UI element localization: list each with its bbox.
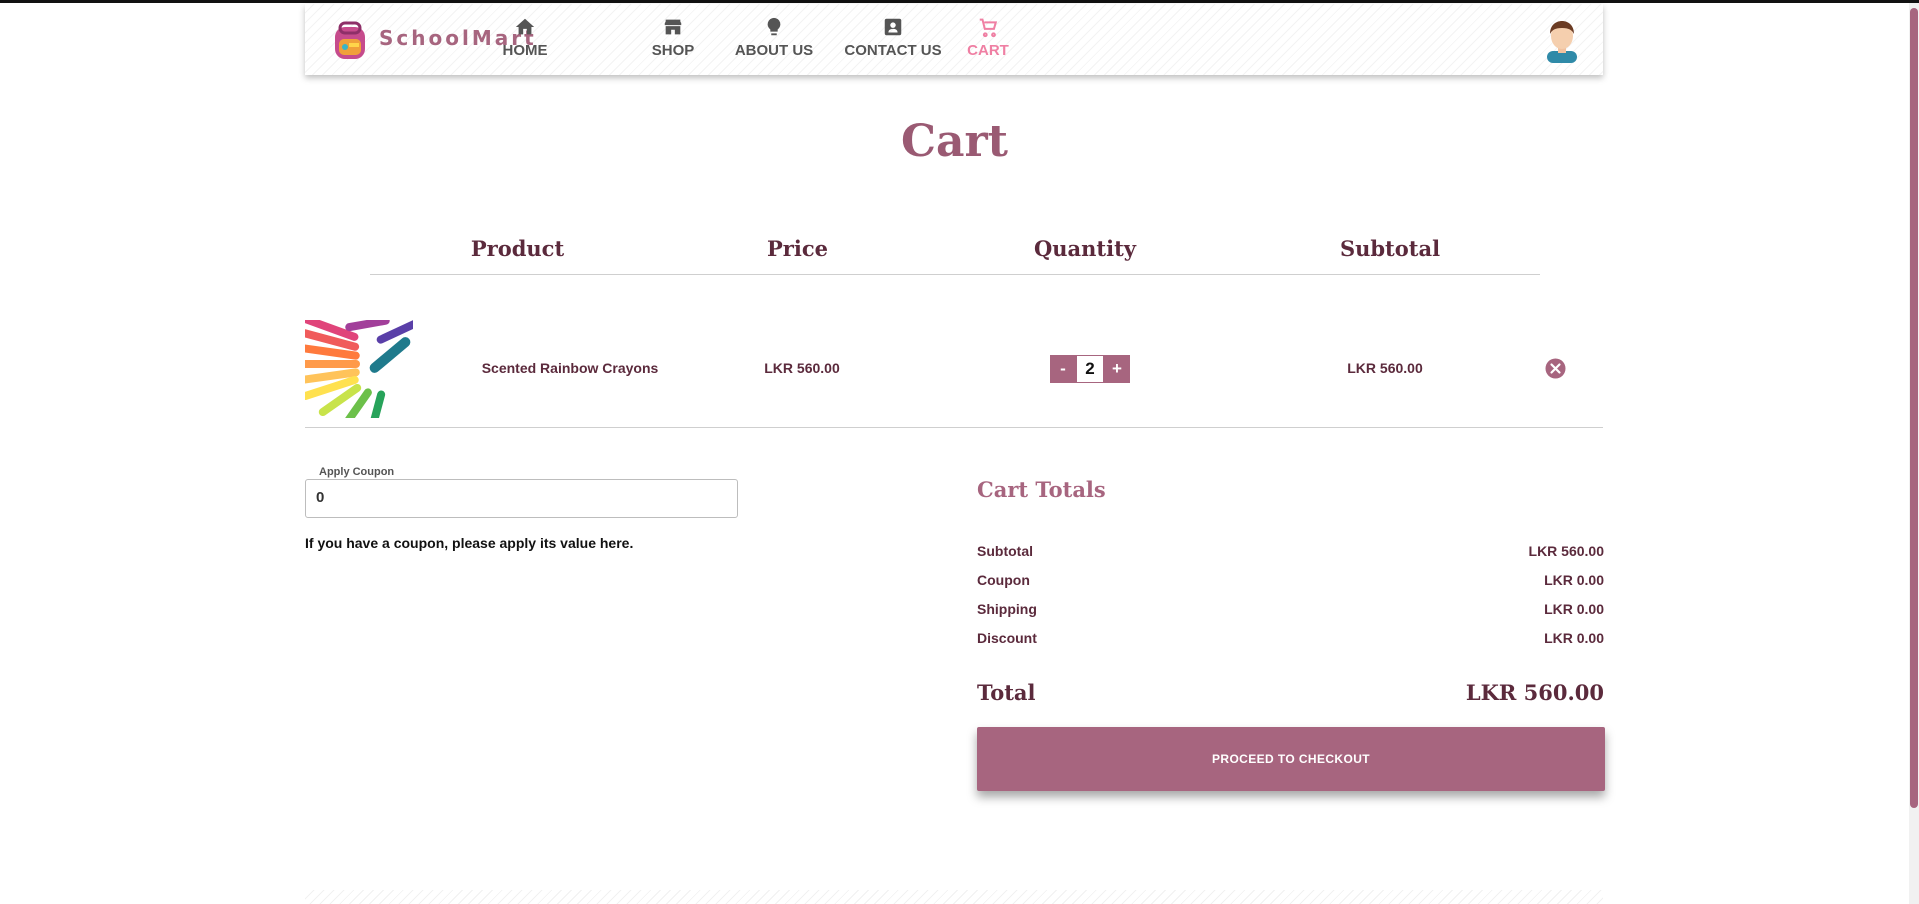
totals-discount-value: LKR 0.00 [1544,630,1604,646]
header-divider [370,274,1540,275]
column-header-subtotal: Subtotal [1339,236,1441,261]
backpack-logo-icon[interactable] [331,19,369,61]
quantity-value[interactable]: 2 [1076,355,1104,383]
totals-discount-label: Discount [977,630,1037,646]
product-name[interactable]: Scented Rainbow Crayons [470,360,670,376]
scrollbar[interactable] [1909,3,1919,904]
footer [305,890,1603,904]
nav-about[interactable]: ABOUT US [729,16,819,66]
proceed-to-checkout-button[interactable]: PROCEED TO CHECKOUT [977,727,1605,791]
user-avatar-icon[interactable] [1541,17,1583,63]
nav-home-label: HOME [502,42,548,59]
nav-shop-label: SHOP [651,42,695,59]
totals-coupon-label: Coupon [977,572,1030,588]
cart-icon [979,18,998,38]
quantity-increase-button[interactable]: + [1104,355,1130,383]
totals-subtotal-value: LKR 560.00 [1528,543,1604,559]
totals-coupon-value: LKR 0.00 [1544,572,1604,588]
nav-about-label: ABOUT US [734,42,814,59]
home-icon [515,18,535,35]
totals-shipping-value: LKR 0.00 [1544,601,1604,617]
coupon-help-text: If you have a coupon, please apply its v… [305,535,634,551]
nav-cart-label: CART [967,42,1009,59]
grand-total-label: Total [977,680,1036,705]
navbar: SchoolMart HOME SHOP ABOUT US CONTACT US… [305,4,1603,75]
cart-totals-title: Cart Totals [977,477,1106,502]
remove-item-icon[interactable] [1545,358,1566,379]
product-subtotal: LKR 560.00 [1347,360,1423,376]
totals-shipping-label: Shipping [977,601,1037,617]
row-divider [305,427,1603,428]
column-header-price: Price [767,236,828,261]
quantity-decrease-button[interactable]: - [1050,355,1076,383]
totals-subtotal-label: Subtotal [977,543,1033,559]
nav-home[interactable]: HOME [500,16,550,66]
nav-contact-label: CONTACT US [844,42,942,59]
grand-total-value: LKR 560.00 [1465,680,1604,705]
scrollbar-thumb[interactable] [1910,8,1918,808]
quantity-stepper: - 2 + [1050,355,1130,383]
lightbulb-icon [767,17,781,36]
product-price: LKR 560.00 [764,360,840,376]
column-header-product: Product [470,236,565,261]
nav-shop[interactable]: SHOP [648,16,698,66]
contact-card-icon [884,18,902,36]
column-header-quantity: Quantity [1033,236,1137,261]
nav-contact[interactable]: CONTACT US [833,16,953,66]
nav-cart[interactable]: CART [958,16,1018,66]
coupon-input[interactable] [314,488,718,507]
window-top-border [0,0,1919,3]
page-title: Cart [900,116,1009,167]
store-icon [664,19,682,35]
product-image-crayons[interactable] [305,320,413,418]
coupon-legend: Apply Coupon [314,466,400,478]
coupon-field [305,479,738,518]
